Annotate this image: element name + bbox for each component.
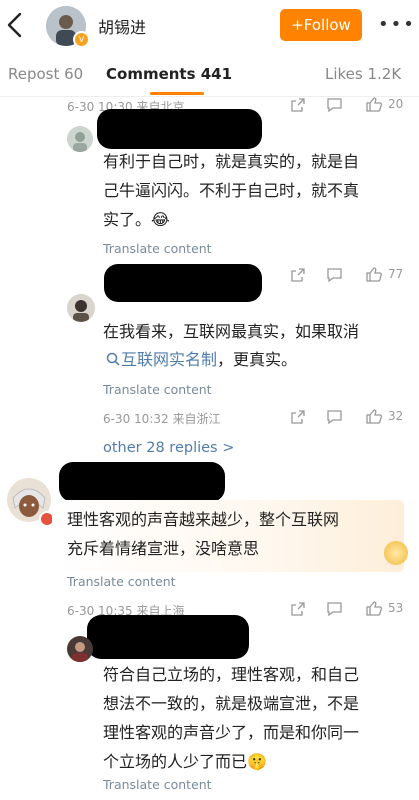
like-count: 20 (388, 97, 404, 111)
translate-link[interactable]: Translate content (103, 777, 212, 792)
redacted-username (87, 615, 249, 659)
comment-icon[interactable] (327, 98, 342, 112)
redacted-username (97, 109, 262, 149)
reply-text-line: 有利于自己时，就是真实的，就是自 (103, 152, 360, 171)
reply-text-line: 己牛逼闪闪。不利于自己时，就不真 (103, 181, 360, 200)
reply-text-line: 在我看来，互联网最真实，如果取消 (103, 322, 360, 341)
translate-link[interactable]: Translate content (103, 382, 212, 397)
back-icon[interactable] (4, 10, 26, 40)
comment-icon[interactable] (327, 268, 342, 282)
share-icon[interactable] (291, 410, 305, 424)
comment-text-line: 理性客观的声音越来越少，整个互联网 (67, 510, 340, 529)
topic-link[interactable]: 互联网实名制 (121, 345, 217, 374)
reply-text-line: 实了。😂 (103, 210, 170, 229)
reply-text-line: ，更真实。 (217, 350, 298, 369)
reply-meta: 6-30 10:32 来自浙江 (103, 412, 221, 426)
other-replies-link[interactable]: other 28 replies > (103, 440, 234, 456)
search-icon (106, 352, 120, 366)
translate-link[interactable]: Translate content (103, 241, 212, 256)
like-count: 32 (388, 409, 404, 423)
more-icon[interactable]: ••• (378, 14, 416, 35)
reply-text-line: 想法不一致的，就是极端宣泄，不是 (103, 694, 360, 713)
tab-likes[interactable]: Likes 1.2K (325, 65, 401, 83)
vip-badge-icon (384, 541, 408, 565)
like-icon[interactable] (366, 409, 382, 424)
translate-link[interactable]: Translate content (67, 574, 176, 589)
redacted-meta (104, 264, 262, 302)
tab-comments[interactable]: Comments 441 (106, 65, 232, 83)
avatar[interactable] (67, 126, 93, 152)
redacted-username (59, 462, 225, 502)
comment-text-line: 充斥着情绪宣泄，没啥意思 (67, 539, 260, 558)
verified-icon: V (73, 31, 90, 48)
reply-text-line: 个立场的人少了而已🤫 (103, 752, 267, 771)
follow-button[interactable]: +Follow (280, 9, 362, 41)
like-icon[interactable] (366, 97, 382, 112)
active-tab-indicator (150, 92, 204, 95)
comment-icon[interactable] (327, 602, 342, 616)
reply-text-line: 符合自己立场的，理性客观，和自己 (103, 665, 360, 684)
tab-bar: Repost 60 Comments 441 Likes 1.2K (0, 52, 419, 97)
like-icon[interactable] (366, 601, 382, 616)
like-count: 53 (388, 601, 404, 615)
tab-repost[interactable]: Repost 60 (8, 65, 83, 83)
share-icon[interactable] (291, 268, 305, 282)
like-icon[interactable] (366, 267, 382, 282)
avatar[interactable] (67, 294, 95, 322)
avatar[interactable] (67, 636, 93, 662)
like-count: 77 (388, 267, 404, 281)
username[interactable]: 胡锡进 (98, 14, 146, 38)
reply-text-line: 理性客观的声音少了，而是和你同一 (103, 723, 360, 742)
share-icon[interactable] (291, 602, 305, 616)
top-bar: V 胡锡进 +Follow ••• (0, 0, 419, 52)
comment-icon[interactable] (327, 410, 342, 424)
share-icon[interactable] (291, 98, 305, 112)
